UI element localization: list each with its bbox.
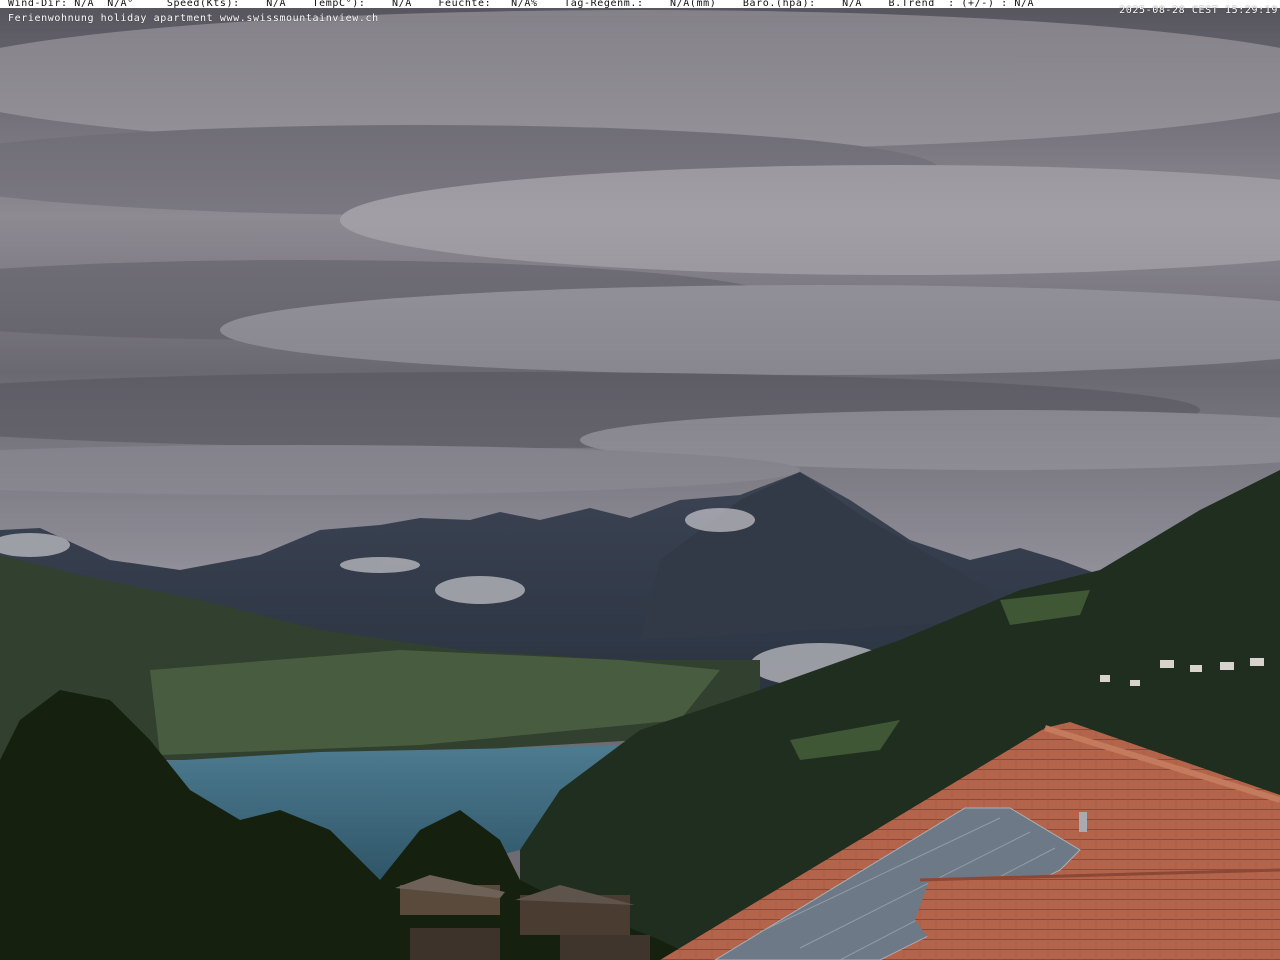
sensor-readout: Wind-Dir: N/A N/A° Speed(Kts): N/A TempC… [8,0,1035,9]
webcam-scene [0,0,1280,960]
roof-vent [1079,812,1087,832]
roof-lower [915,868,1280,960]
caption: Ferienwohnung holiday apartment www.swis… [8,13,379,24]
timestamp: 2025-08-28 CEST 15:29:19 [1119,5,1278,16]
